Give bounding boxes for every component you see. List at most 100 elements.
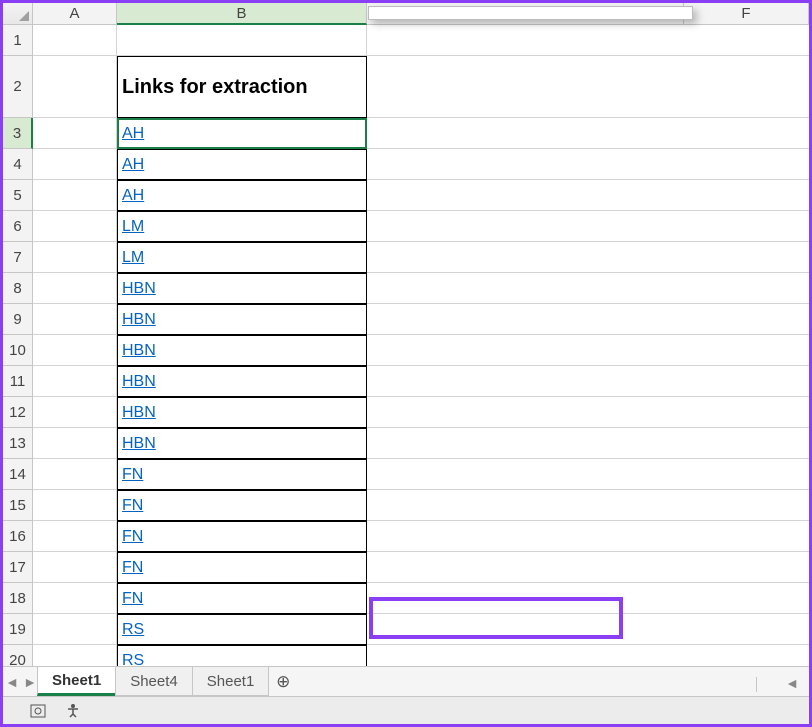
cell-A11[interactable] — [33, 366, 117, 397]
cell-B15[interactable]: FN — [117, 490, 367, 521]
row-header-13[interactable]: 13 — [3, 428, 33, 459]
column-header-B[interactable]: B — [117, 3, 367, 25]
cell-A16[interactable] — [33, 521, 117, 552]
cell-B19[interactable]: RS — [117, 614, 367, 645]
cell-A15[interactable] — [33, 490, 117, 521]
hyperlink[interactable]: FN — [122, 528, 143, 546]
row-header-19[interactable]: 19 — [3, 614, 33, 645]
cell-rest-16[interactable] — [367, 521, 809, 552]
row-header-12[interactable]: 12 — [3, 397, 33, 428]
cell-rest-2[interactable] — [367, 56, 809, 118]
cell-A10[interactable] — [33, 335, 117, 366]
hyperlink[interactable]: HBN — [122, 373, 156, 391]
cell-rest-17[interactable] — [367, 552, 809, 583]
cell-rest-9[interactable] — [367, 304, 809, 335]
cell-rest-1[interactable] — [367, 25, 809, 56]
hyperlink[interactable]: AH — [122, 125, 144, 143]
cell-rest-18[interactable] — [367, 583, 809, 614]
select-all-corner[interactable] — [3, 3, 33, 25]
cell-rest-4[interactable] — [367, 149, 809, 180]
cell-A1[interactable] — [33, 25, 117, 56]
row-header-3[interactable]: 3 — [3, 118, 33, 149]
cell-A18[interactable] — [33, 583, 117, 614]
hyperlink[interactable]: FN — [122, 497, 143, 515]
cell-B11[interactable]: HBN — [117, 366, 367, 397]
cell-B10[interactable]: HBN — [117, 335, 367, 366]
cell-B18[interactable]: FN — [117, 583, 367, 614]
cell-rest-3[interactable] — [367, 118, 809, 149]
row-header-14[interactable]: 14 — [3, 459, 33, 490]
sheet-tab-sheet1-0[interactable]: Sheet1 — [37, 667, 116, 696]
row-header-9[interactable]: 9 — [3, 304, 33, 335]
row-header-6[interactable]: 6 — [3, 211, 33, 242]
cell-A2[interactable] — [33, 56, 117, 118]
cell-B1[interactable] — [117, 25, 367, 56]
cell-A3[interactable] — [33, 118, 117, 149]
cell-A6[interactable] — [33, 211, 117, 242]
cell-rest-5[interactable] — [367, 180, 809, 211]
hyperlink[interactable]: FN — [122, 559, 143, 577]
hyperlink[interactable]: LM — [122, 249, 144, 267]
cell-B12[interactable]: HBN — [117, 397, 367, 428]
cell-rest-14[interactable] — [367, 459, 809, 490]
cell-A8[interactable] — [33, 273, 117, 304]
cell-B4[interactable]: AH — [117, 149, 367, 180]
cell-rest-6[interactable] — [367, 211, 809, 242]
macro-record-icon[interactable] — [29, 702, 47, 720]
cell-B14[interactable]: FN — [117, 459, 367, 490]
row-header-5[interactable]: 5 — [3, 180, 33, 211]
hyperlink[interactable]: RS — [122, 621, 144, 639]
cell-rest-19[interactable] — [367, 614, 809, 645]
row-header-1[interactable]: 1 — [3, 25, 33, 56]
cell-A13[interactable] — [33, 428, 117, 459]
cell-A5[interactable] — [33, 180, 117, 211]
cell-A19[interactable] — [33, 614, 117, 645]
tab-nav-prev[interactable]: ◄ — [3, 667, 21, 696]
cell-rest-15[interactable] — [367, 490, 809, 521]
hyperlink[interactable]: LM — [122, 218, 144, 236]
cell-rest-7[interactable] — [367, 242, 809, 273]
cell-rest-8[interactable] — [367, 273, 809, 304]
column-header-F[interactable]: F — [684, 3, 809, 25]
hyperlink[interactable]: HBN — [122, 435, 156, 453]
cell-rest-12[interactable] — [367, 397, 809, 428]
row-header-10[interactable]: 10 — [3, 335, 33, 366]
cell-A14[interactable] — [33, 459, 117, 490]
row-header-8[interactable]: 8 — [3, 273, 33, 304]
row-header-15[interactable]: 15 — [3, 490, 33, 521]
cell-A17[interactable] — [33, 552, 117, 583]
hyperlink[interactable]: HBN — [122, 311, 156, 329]
hyperlink[interactable]: FN — [122, 590, 143, 608]
sheet-tab-sheet1-2[interactable]: Sheet1 — [192, 667, 270, 696]
add-sheet-button[interactable]: ⊕ — [268, 667, 298, 696]
column-header-A[interactable]: A — [33, 3, 117, 25]
cell-rest-13[interactable] — [367, 428, 809, 459]
tab-nav-next[interactable]: ► — [21, 667, 39, 696]
cell-rest-11[interactable] — [367, 366, 809, 397]
cell-B16[interactable]: FN — [117, 521, 367, 552]
cell-rest-10[interactable] — [367, 335, 809, 366]
cell-B9[interactable]: HBN — [117, 304, 367, 335]
row-header-16[interactable]: 16 — [3, 521, 33, 552]
cell-A9[interactable] — [33, 304, 117, 335]
cell-B8[interactable]: HBN — [117, 273, 367, 304]
accessibility-status[interactable] — [65, 703, 87, 719]
hyperlink[interactable]: AH — [122, 187, 144, 205]
cell-B17[interactable]: FN — [117, 552, 367, 583]
cell-B7[interactable]: LM — [117, 242, 367, 273]
cell-A7[interactable] — [33, 242, 117, 273]
scroll-left-icon[interactable]: ◄ — [785, 675, 799, 691]
hyperlink[interactable]: HBN — [122, 342, 156, 360]
cell-B5[interactable]: AH — [117, 180, 367, 211]
hyperlink[interactable]: AH — [122, 156, 144, 174]
hyperlink[interactable]: HBN — [122, 404, 156, 422]
row-header-4[interactable]: 4 — [3, 149, 33, 180]
sheet-tab-sheet4-1[interactable]: Sheet4 — [115, 667, 193, 696]
cell-B2[interactable]: Links for extraction — [117, 56, 367, 118]
row-header-7[interactable]: 7 — [3, 242, 33, 273]
row-header-17[interactable]: 17 — [3, 552, 33, 583]
cell-A4[interactable] — [33, 149, 117, 180]
cell-B6[interactable]: LM — [117, 211, 367, 242]
row-header-11[interactable]: 11 — [3, 366, 33, 397]
cell-B3[interactable]: AH — [117, 118, 367, 149]
